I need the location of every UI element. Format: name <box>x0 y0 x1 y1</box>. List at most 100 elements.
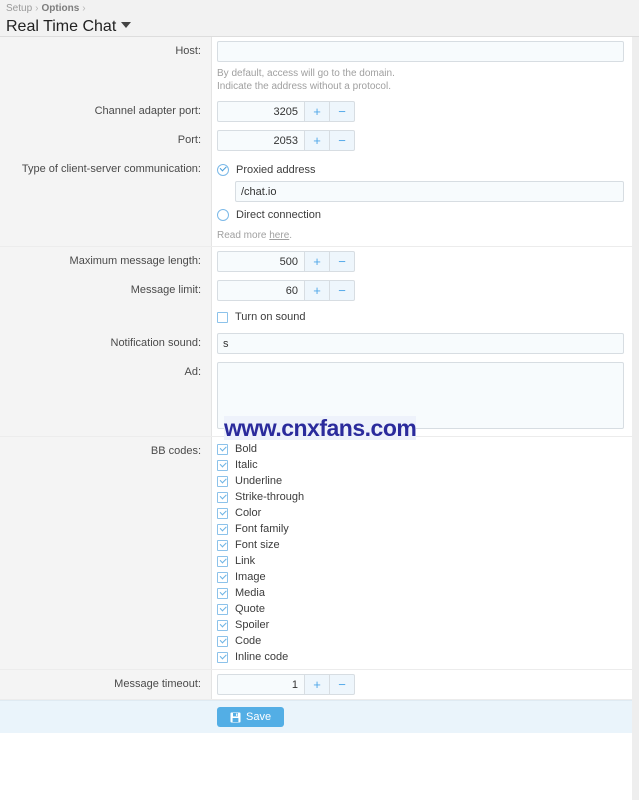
read-more-suffix: . <box>289 230 293 241</box>
checkbox-bb-code[interactable]: Inline code <box>217 649 624 665</box>
maximum-message-length-increment-button[interactable]: + <box>305 251 330 272</box>
channel-adapter-port-increment-button[interactable]: + <box>305 101 330 122</box>
bb-code-label: Inline code <box>235 651 289 663</box>
message-timeout-input[interactable] <box>217 674 305 695</box>
form-footer: Save <box>0 700 632 733</box>
checkbox-bb-code[interactable]: Italic <box>217 457 624 473</box>
bb-code-checkbox-icon[interactable] <box>217 523 228 535</box>
port-decrement-button[interactable]: − <box>330 130 355 151</box>
radio-proxied-address-icon[interactable] <box>217 164 229 176</box>
checkbox-bb-code[interactable]: Font family <box>217 521 624 537</box>
checkbox-bb-code[interactable]: Font size <box>217 537 624 553</box>
checkbox-bb-code[interactable]: Media <box>217 585 624 601</box>
read-more-link[interactable]: here <box>269 230 289 241</box>
field-port: + − <box>211 126 632 155</box>
label-message-timeout: Message timeout: <box>114 678 201 690</box>
field-ad <box>211 358 632 436</box>
label-host: Host: <box>175 45 201 57</box>
port-input[interactable] <box>217 130 305 151</box>
message-limit-input[interactable] <box>217 280 305 301</box>
field-maximum-message-length: + − <box>211 247 632 276</box>
bb-code-label: Quote <box>235 603 265 615</box>
maximum-message-length-stepper: + − <box>217 251 355 272</box>
channel-adapter-port-input[interactable] <box>217 101 305 122</box>
message-timeout-increment-button[interactable]: + <box>305 674 330 695</box>
checkbox-bb-code[interactable]: Image <box>217 569 624 585</box>
label-communication-type: Type of client-server communication: <box>21 163 201 175</box>
bb-code-checkbox-icon[interactable] <box>217 651 228 663</box>
notification-sound-input[interactable] <box>217 333 624 354</box>
field-communication-type: Proxied address Direct connection Read m… <box>211 155 632 246</box>
breadcrumb-separator-1: › <box>35 3 39 14</box>
bb-code-checkbox-icon[interactable] <box>217 635 228 647</box>
proxied-address-wrapper <box>235 181 624 202</box>
row-message-limit: Message limit: + − <box>0 276 632 305</box>
maximum-message-length-decrement-button[interactable]: − <box>330 251 355 272</box>
label-channel-adapter-port: Channel adapter port: <box>94 105 201 117</box>
bb-code-checkbox-icon[interactable] <box>217 475 228 487</box>
field-notification-sound <box>211 329 632 358</box>
checkbox-turn-on-sound[interactable]: Turn on sound <box>217 309 624 325</box>
checkbox-bb-code[interactable]: Strike-through <box>217 489 624 505</box>
maximum-message-length-input[interactable] <box>217 251 305 272</box>
read-more-hint: Read more here. <box>217 229 624 242</box>
label-message-limit: Message limit: <box>130 284 201 296</box>
radio-option-direct-connection[interactable]: Direct connection <box>217 206 624 224</box>
bb-code-checkbox-icon[interactable] <box>217 571 228 583</box>
checkbox-bb-code[interactable]: Spoiler <box>217 617 624 633</box>
field-turn-on-sound: Turn on sound <box>211 305 632 329</box>
checkbox-bb-code[interactable]: Underline <box>217 473 624 489</box>
port-increment-button[interactable]: + <box>305 130 330 151</box>
checkbox-bb-code[interactable]: Quote <box>217 601 624 617</box>
port-stepper: + − <box>217 130 355 151</box>
row-host: Host: By default, access will go to the … <box>0 37 632 97</box>
channel-adapter-port-decrement-button[interactable]: − <box>330 101 355 122</box>
bb-code-checkbox-icon[interactable] <box>217 603 228 615</box>
checkbox-bb-code[interactable]: Color <box>217 505 624 521</box>
row-channel-adapter-port: Channel adapter port: + − <box>0 97 632 126</box>
bb-code-label: Font size <box>235 539 280 551</box>
bb-code-label: Italic <box>235 459 258 471</box>
read-more-prefix: Read more <box>217 230 270 241</box>
field-message-timeout: + − <box>211 670 632 699</box>
radio-proxied-address-label: Proxied address <box>236 164 316 176</box>
page-title[interactable]: Real Time Chat <box>6 17 639 37</box>
checkbox-bb-code[interactable]: Bold <box>217 441 624 457</box>
channel-adapter-port-stepper: + − <box>217 101 355 122</box>
bb-code-label: Strike-through <box>235 491 305 503</box>
host-input[interactable] <box>217 41 624 62</box>
checkbox-bb-code[interactable]: Code <box>217 633 624 649</box>
bb-code-label: Link <box>235 555 256 567</box>
bb-code-label: Color <box>235 507 262 519</box>
bb-code-checkbox-icon[interactable] <box>217 507 228 519</box>
options-frame: Host: By default, access will go to the … <box>0 37 639 800</box>
label-maximum-message-length: Maximum message length: <box>69 255 201 267</box>
checkbox-bb-code[interactable]: Link <box>217 553 624 569</box>
proxied-address-input[interactable] <box>235 181 624 202</box>
message-limit-decrement-button[interactable]: − <box>330 280 355 301</box>
ad-textarea[interactable] <box>217 362 624 429</box>
bb-code-checkbox-icon[interactable] <box>217 491 228 503</box>
message-limit-increment-button[interactable]: + <box>305 280 330 301</box>
message-timeout-stepper: + − <box>217 674 355 695</box>
bb-code-checkbox-icon[interactable] <box>217 587 228 599</box>
radio-direct-connection-label: Direct connection <box>236 209 321 221</box>
breadcrumb-item-options[interactable]: Options <box>41 3 79 14</box>
radio-option-proxied-address[interactable]: Proxied address <box>217 161 624 179</box>
message-timeout-decrement-button[interactable]: − <box>330 674 355 695</box>
bb-code-checkbox-icon[interactable] <box>217 459 228 471</box>
bb-code-checkbox-icon[interactable] <box>217 539 228 551</box>
bb-code-checkbox-icon[interactable] <box>217 443 228 455</box>
radio-direct-connection-icon[interactable] <box>217 209 229 221</box>
save-button[interactable]: Save <box>217 707 285 727</box>
turn-on-sound-checkbox-icon[interactable] <box>217 311 228 323</box>
row-message-timeout: Message timeout: + − <box>0 670 632 700</box>
bb-code-checkbox-icon[interactable] <box>217 555 228 567</box>
chevron-down-icon[interactable] <box>121 22 132 28</box>
turn-on-sound-label: Turn on sound <box>235 311 306 323</box>
row-maximum-message-length: Maximum message length: + − <box>0 247 632 276</box>
breadcrumb: Setup › Options › <box>6 3 639 15</box>
breadcrumb-item-setup[interactable]: Setup <box>6 3 32 14</box>
bb-code-checkbox-icon[interactable] <box>217 619 228 631</box>
label-ad: Ad: <box>184 366 201 378</box>
